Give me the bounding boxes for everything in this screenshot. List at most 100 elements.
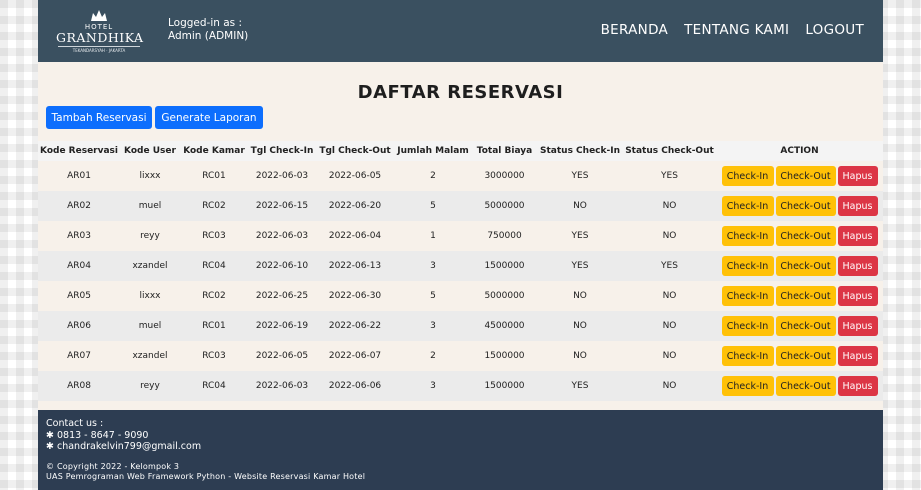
table-cell: muel — [138, 201, 162, 211]
check-in-button[interactable]: Check-In — [721, 376, 774, 396]
delete-button[interactable]: Hapus — [837, 226, 878, 246]
table-cell: YES — [571, 381, 589, 391]
table-cell: RC03 — [202, 351, 226, 361]
table-cell: RC04 — [202, 261, 226, 271]
column-header: ACTION — [780, 146, 819, 156]
page: HOTEL GRANDHIKA TEKANDARSYAH · JAKARTA L… — [38, 0, 883, 490]
table-cell: AR03 — [67, 231, 91, 241]
table-cell: 2022-06-13 — [328, 261, 382, 271]
table-cell: AR02 — [67, 201, 91, 211]
check-out-button[interactable]: Check-Out — [775, 346, 836, 366]
table-cell: 2022-06-05 — [255, 351, 309, 361]
delete-button[interactable]: Hapus — [837, 376, 878, 396]
table-cell: YES — [661, 171, 678, 181]
nav-logout[interactable]: LOGOUT — [805, 22, 864, 38]
table-cell: 750000 — [487, 231, 522, 241]
delete-button[interactable]: Hapus — [837, 286, 878, 306]
table-cell: 3 — [430, 261, 436, 271]
login-info: Logged-in as : Admin (ADMIN) — [168, 17, 248, 43]
check-in-button[interactable]: Check-In — [721, 256, 774, 276]
table-cell: RC01 — [202, 171, 226, 181]
crown-icon — [91, 10, 107, 21]
action-cell: Check-In Check-Out Hapus — [716, 311, 883, 341]
table-cell: RC03 — [202, 231, 226, 241]
contact-phone: ✱ 0813 - 8647 - 9090 — [46, 429, 149, 441]
table-cell: NO — [662, 231, 677, 241]
table-cell: 2022-06-30 — [328, 291, 382, 301]
table-cell: 2022-06-19 — [255, 321, 309, 331]
table-cell: 1500000 — [484, 261, 525, 271]
logo-divider — [58, 46, 140, 47]
check-out-button[interactable]: Check-Out — [775, 166, 836, 186]
generate-report-button[interactable]: Generate Laporan — [155, 106, 263, 129]
check-out-button[interactable]: Check-Out — [775, 316, 836, 336]
table-cell: NO — [573, 291, 587, 301]
check-in-button[interactable]: Check-In — [721, 166, 774, 186]
nav-tentang-kami[interactable]: TENTANG KAMI — [684, 22, 789, 38]
table-cell: lixxx — [139, 291, 161, 301]
add-reservation-button[interactable]: Tambah Reservasi — [46, 106, 152, 129]
table-cell: muel — [138, 321, 162, 331]
check-out-button[interactable]: Check-Out — [775, 376, 836, 396]
table-cell: 3000000 — [484, 171, 525, 181]
table-cell: 5 — [430, 291, 436, 301]
table-cell: RC02 — [202, 291, 226, 301]
page-title: DAFTAR RESERVASI — [357, 82, 564, 103]
table-row: AR05 lixxx RC02 2022-06-25 2022-06-30 5 500000… — [38, 281, 883, 311]
table-cell: 1500000 — [484, 351, 525, 361]
table-cell: 2 — [430, 351, 436, 361]
copyright-text: © Copyright 2022 - Kelompok 3 — [46, 462, 180, 471]
check-out-button[interactable]: Check-Out — [775, 256, 836, 276]
table-cell: AR08 — [67, 381, 91, 391]
check-in-button[interactable]: Check-In — [721, 196, 774, 216]
table-cell: 2022-06-25 — [255, 291, 309, 301]
delete-button[interactable]: Hapus — [837, 166, 878, 186]
column-header: Kode User — [124, 146, 176, 156]
check-out-button[interactable]: Check-Out — [775, 196, 836, 216]
table-cell: 4500000 — [484, 321, 525, 331]
table-cell: reyy — [140, 231, 160, 241]
table-row: AR03 reyy RC03 2022-06-03 2022-06-04 1 750000 Y… — [38, 221, 883, 251]
delete-button[interactable]: Hapus — [837, 256, 878, 276]
check-in-button[interactable]: Check-In — [721, 346, 774, 366]
table-cell: 2022-06-20 — [328, 201, 382, 211]
table-row: AR08 reyy RC04 2022-06-03 2022-06-06 3 1500000… — [38, 371, 883, 401]
check-in-button[interactable]: Check-In — [721, 226, 774, 246]
action-cell: Check-In Check-Out Hapus — [716, 191, 883, 221]
delete-button[interactable]: Hapus — [837, 316, 878, 336]
table-cell: YES — [661, 261, 678, 271]
login-user: Admin (ADMIN) — [168, 30, 249, 42]
check-in-button[interactable]: Check-In — [721, 316, 774, 336]
table-cell: 1500000 — [484, 381, 525, 391]
table-cell: 5 — [430, 201, 436, 211]
table-cell: 2022-06-10 — [255, 261, 309, 271]
contact-email: ✱ chandrakelvin799@gmail.com — [46, 441, 202, 452]
column-header: Tgl Check-In — [250, 146, 314, 156]
main-content: DAFTAR RESERVASI Tambah Reservasi Genera… — [38, 62, 883, 410]
table-row: AR07 xzandel RC03 2022-06-05 2022-06-07 2 1500… — [38, 341, 883, 371]
table-cell: NO — [662, 321, 677, 331]
login-label: Logged-in as : — [168, 17, 243, 29]
table-cell: NO — [662, 291, 677, 301]
table-header-row: Kode Reservasi Kode User Kode Kamar Tgl Che… — [38, 141, 883, 161]
check-out-button[interactable]: Check-Out — [775, 226, 836, 246]
table-row: AR06 muel RC01 2022-06-19 2022-06-22 3 4500000… — [38, 311, 883, 341]
table-cell: 2022-06-05 — [328, 171, 382, 181]
delete-button[interactable]: Hapus — [837, 196, 878, 216]
footer-contact: Contact us : ✱ 0813 - 8647 - 9090 ✱ chan… — [46, 418, 201, 453]
column-header: Tgl Check-Out — [319, 146, 391, 156]
table-cell: AR01 — [67, 171, 91, 181]
delete-button[interactable]: Hapus — [837, 346, 878, 366]
hotel-logo[interactable]: HOTEL GRANDHIKA TEKANDARSYAH · JAKARTA — [56, 10, 143, 53]
nav-beranda[interactable]: BERANDA — [601, 22, 668, 38]
column-header: Kode Reservasi — [40, 146, 118, 156]
table-row: AR01 lixxx RC01 2022-06-03 2022-06-05 2 300000… — [38, 161, 883, 191]
check-out-button[interactable]: Check-Out — [775, 286, 836, 306]
table-cell: YES — [571, 231, 589, 241]
check-in-button[interactable]: Check-In — [721, 286, 774, 306]
reservation-table: Kode Reservasi Kode User Kode Kamar Tgl Che… — [38, 141, 883, 401]
table-cell: YES — [571, 171, 589, 181]
table-cell: 3 — [430, 381, 436, 391]
table-cell: NO — [573, 351, 587, 361]
course-text: UAS Pemrograman Web Framework Python - W… — [46, 472, 366, 481]
